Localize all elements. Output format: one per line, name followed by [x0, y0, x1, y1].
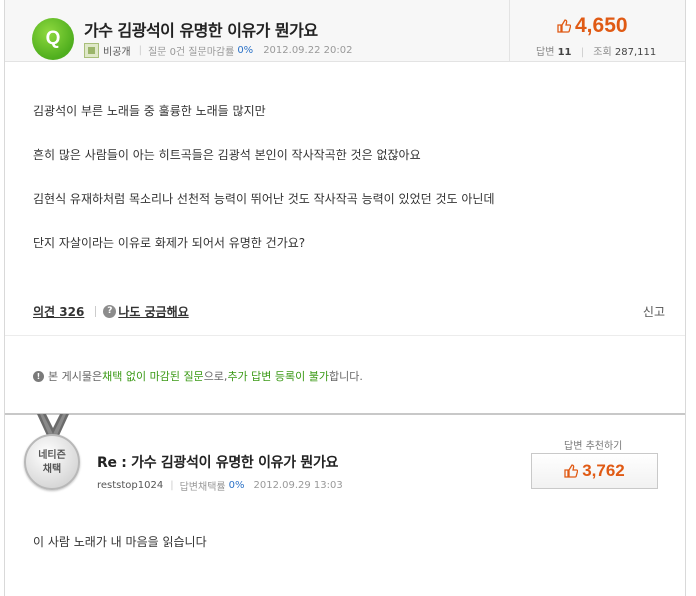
close-rate: 0% [237, 45, 254, 56]
answer-body: 이 사람 노래가 내 마음을 읽습니다 [33, 535, 207, 549]
question-author[interactable]: 비공개 [103, 43, 131, 58]
question-counts: 답변 11 | 조회 287,111 [536, 43, 656, 58]
question-date: 2012.09.22 20:02 [263, 45, 353, 56]
meta-separator: | [170, 480, 174, 491]
adopt-rate: 0% [228, 480, 245, 491]
counts-separator: | [580, 47, 585, 58]
header-divider [509, 0, 510, 62]
recommend-label: 답변 추천하기 [564, 441, 623, 452]
thumb-up-icon [564, 464, 579, 478]
netizen-pick-medal-icon: 네티즌 채택 [24, 414, 82, 492]
notice-highlight-1: 채택 없이 마감된 질문 [102, 370, 204, 383]
question-meta: 비공개 | 질문 0건 질문마감률 0% 2012.09.22 20:02 [84, 43, 352, 58]
notice-text-3: 합니다. [329, 370, 363, 383]
me-too-curious-button[interactable]: 나도 궁금해요 [118, 303, 188, 320]
actions-separator [95, 305, 97, 317]
recommend-count: 3,762 [582, 461, 625, 480]
likes-count: 4,650 [575, 14, 628, 37]
info-circle-icon: ! [33, 370, 44, 382]
anonymous-user-icon [84, 43, 99, 58]
opinion-link[interactable]: 의견 326 [33, 303, 84, 320]
closed-notice: ! 본 게시물은 채택 없이 마감된 질문 으로, 추가 답변 등록이 불가 합… [33, 368, 363, 384]
meta-separator: | [138, 45, 142, 56]
medal-line-2: 채택 [42, 464, 62, 475]
question-title: 가수 김광석이 유명한 이유가 뭔가요 [84, 21, 318, 40]
answer-title: Re : 가수 김광석이 유명한 이유가 뭔가요 [97, 455, 339, 471]
thumb-up-icon [557, 19, 571, 33]
question-body-line: 김현식 유재하처럼 목소리나 선천적 능력이 뛰어난 것도 작사작곡 능력이 있… [33, 192, 495, 206]
notice-highlight-2: 추가 답변 등록이 불가 [227, 370, 330, 383]
notice-text-2: 으로, [203, 370, 228, 383]
divider [5, 335, 685, 336]
question-badge-icon: Q [32, 18, 74, 60]
answer-user[interactable]: reststop1024 [97, 480, 163, 491]
report-link[interactable]: 신고 [643, 303, 665, 320]
question-circle-icon: ? [103, 304, 117, 318]
question-body-line: 김광석이 부른 노래들 중 훌륭한 노래들 많지만 [33, 104, 266, 118]
answer-meta: reststop1024 | 답변채택률 0% 2012.09.29 13:03 [97, 478, 343, 493]
answer-date: 2012.09.29 13:03 [253, 480, 343, 491]
question-body-line: 단지 자살이라는 이유로 화제가 되어서 유명한 건가요? [33, 236, 306, 250]
question-body: 김광석이 부른 노래들 중 훌륭한 노래들 많지만 흔히 많은 사람들이 아는 … [33, 101, 494, 277]
notice-text-1: 본 게시물은 [48, 370, 103, 383]
question-body-line: 흔히 많은 사람들이 아는 히트곡들은 김광석 본인이 작사작곡한 것은 없잖아… [33, 148, 421, 162]
views-label: 조회 [593, 47, 612, 58]
answers-count: 11 [557, 47, 572, 58]
adopt-rate-label: 답변채택률 [179, 482, 226, 493]
medal-line-1: 네티즌 [38, 450, 66, 461]
answer-divider [5, 413, 685, 415]
content-frame: Q 가수 김광석이 유명한 이유가 뭔가요 비공개 | 질문 0건 질문마감률 … [4, 0, 686, 596]
answers-label: 답변 [536, 47, 555, 58]
question-actions: 의견 326 ? 나도 궁금해요 신고 [33, 302, 665, 320]
question-header: Q 가수 김광석이 유명한 이유가 뭔가요 비공개 | 질문 0건 질문마감률 … [5, 0, 685, 62]
author-stats-label: 질문 0건 질문마감률 [147, 47, 235, 58]
recommend-answer-button[interactable]: 3,762 [531, 453, 658, 489]
medal-disc: 네티즌 채택 [24, 434, 80, 490]
question-likes[interactable]: 4,650 [557, 14, 628, 38]
views-count: 287,111 [614, 47, 657, 58]
